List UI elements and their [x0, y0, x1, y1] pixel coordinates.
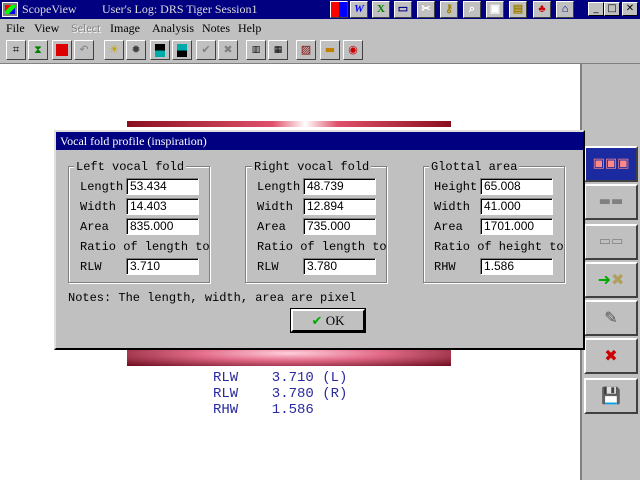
right-vocal-fold-label: Right vocal fold [252, 160, 372, 174]
right-area-field[interactable]: 735.000 [303, 218, 376, 235]
glottal-rhw-label: RHW [434, 260, 456, 274]
search-icon[interactable]: ⌕ [463, 1, 481, 18]
left-rlw-field[interactable]: 3.710 [126, 258, 199, 275]
window-icon[interactable]: ▭ [394, 1, 412, 18]
summary-rlw-left: RLW 3.710 (L) [213, 370, 348, 386]
left-vocal-fold-label: Left vocal fold [74, 160, 187, 174]
film-frame-icon[interactable]: ▥ [246, 40, 266, 60]
arrow-cancel-icon[interactable]: ➜✖ [584, 262, 638, 298]
glottal-height-field[interactable]: 65.008 [480, 178, 553, 195]
app-title: ScopeView [22, 2, 77, 16]
close-button[interactable]: ✕ [622, 2, 638, 16]
tools-icon[interactable]: ✂ [417, 1, 435, 18]
glottal-rhw-field[interactable]: 1.586 [480, 258, 553, 275]
maximize-button[interactable]: □ [604, 2, 620, 16]
x-icon[interactable]: X [372, 1, 390, 18]
left-width-label: Width [80, 200, 117, 214]
summary-rhw: RHW 1.586 [213, 402, 314, 418]
glottal-area-label: Glottal area [429, 160, 520, 174]
glottal-ratio-label: Ratio of height to [434, 240, 564, 254]
video-frame-top [127, 121, 451, 127]
check-icon-ok: ✔ [311, 314, 323, 329]
note-icon[interactable]: ▤ [509, 1, 527, 18]
toolbar: ⌗ ⧗ ↶ ☀ ✹ ✔ ✖ ▥ ▦ ▨ ▬ ◉ [0, 38, 640, 64]
minimize-button[interactable]: _ [588, 2, 604, 16]
cancel-icon[interactable]: ✖ [218, 40, 238, 60]
check-icon[interactable]: ✔ [196, 40, 216, 60]
contrast-icon[interactable]: ✹ [126, 40, 146, 60]
home-icon[interactable]: ⌂ [556, 1, 574, 18]
right-width-field[interactable]: 12.894 [303, 198, 376, 215]
film-view-icon[interactable]: ▣▣▣ [584, 146, 638, 182]
ok-label: OK [325, 313, 345, 328]
menu-notes[interactable]: Notes [202, 21, 230, 36]
glottal-height-label: Height [434, 180, 478, 194]
ok-button[interactable]: ✔ OK [290, 308, 366, 333]
left-ratio-label: Ratio of length to [80, 240, 210, 254]
summary-rlw-right: RLW 3.780 (R) [213, 386, 348, 402]
film-edit-icon[interactable]: ✎ [584, 300, 638, 336]
left-length-field[interactable]: 53.434 [126, 178, 199, 195]
export-icon[interactable]: ▨ [296, 40, 316, 60]
color-icon[interactable]: ◉ [343, 40, 363, 60]
crop-icon[interactable]: ▣ [486, 1, 504, 18]
glottal-width-label: Width [434, 200, 471, 214]
brightness-icon[interactable]: ☀ [104, 40, 124, 60]
right-ratio-label: Ratio of length to [257, 240, 387, 254]
right-width-label: Width [257, 200, 294, 214]
film-empty-icon[interactable]: ▭▭ [584, 224, 638, 260]
shapes-icon[interactable]: ♣ [533, 1, 551, 18]
glottal-area-value-label: Area [434, 220, 463, 234]
video-frame-bottom [127, 350, 451, 366]
dialog-notes: Notes: The length, width, area are pixel [68, 291, 357, 305]
grid-icon[interactable] [330, 1, 348, 18]
film-delete-icon[interactable]: ✖ [584, 338, 638, 374]
title-bar: ScopeView User's Log: DRS Tiger Session1… [0, 0, 640, 19]
left-area-field[interactable]: 835.000 [126, 218, 199, 235]
menu-view[interactable]: View [34, 21, 59, 36]
left-width-field[interactable]: 14.403 [126, 198, 199, 215]
right-rlw-field[interactable]: 3.780 [303, 258, 376, 275]
key-icon[interactable]: ⚷ [440, 1, 458, 18]
film-strip-side-icon[interactable]: ▬▬ [584, 184, 638, 220]
users-log-label: User's Log: DRS Tiger Session1 [102, 2, 258, 16]
level-alt-icon[interactable] [172, 40, 192, 60]
left-length-label: Length [80, 180, 124, 194]
right-length-label: Length [257, 180, 301, 194]
stop-icon[interactable] [52, 40, 72, 60]
level-icon[interactable] [150, 40, 170, 60]
menu-image[interactable]: Image [110, 21, 140, 36]
right-area-label: Area [257, 220, 286, 234]
palette-icon[interactable]: ▬ [320, 40, 340, 60]
menu-file[interactable]: File [6, 21, 25, 36]
undo-icon[interactable]: ↶ [74, 40, 94, 60]
menu-analysis[interactable]: Analysis [152, 21, 194, 36]
hourglass-icon[interactable]: ⧗ [28, 40, 48, 60]
right-rlw-label: RLW [257, 260, 279, 274]
right-length-field[interactable]: 48.739 [303, 178, 376, 195]
app-icon[interactable] [2, 2, 18, 17]
left-rlw-label: RLW [80, 260, 102, 274]
dialog-title: Vocal fold profile (inspiration) [56, 132, 583, 150]
w-icon[interactable]: W [350, 1, 368, 18]
film-strip-icon[interactable]: ▦ [268, 40, 288, 60]
menu-bar: File View Select Image Analysis Notes He… [0, 19, 640, 38]
glottal-width-field[interactable]: 41.000 [480, 198, 553, 215]
save-icon[interactable]: 💾 [584, 378, 638, 414]
menu-help[interactable]: Help [238, 21, 261, 36]
left-area-label: Area [80, 220, 109, 234]
glottal-area-field[interactable]: 1701.000 [480, 218, 553, 235]
crop-tool-icon[interactable]: ⌗ [6, 40, 26, 60]
menu-select[interactable]: Select [71, 21, 100, 36]
